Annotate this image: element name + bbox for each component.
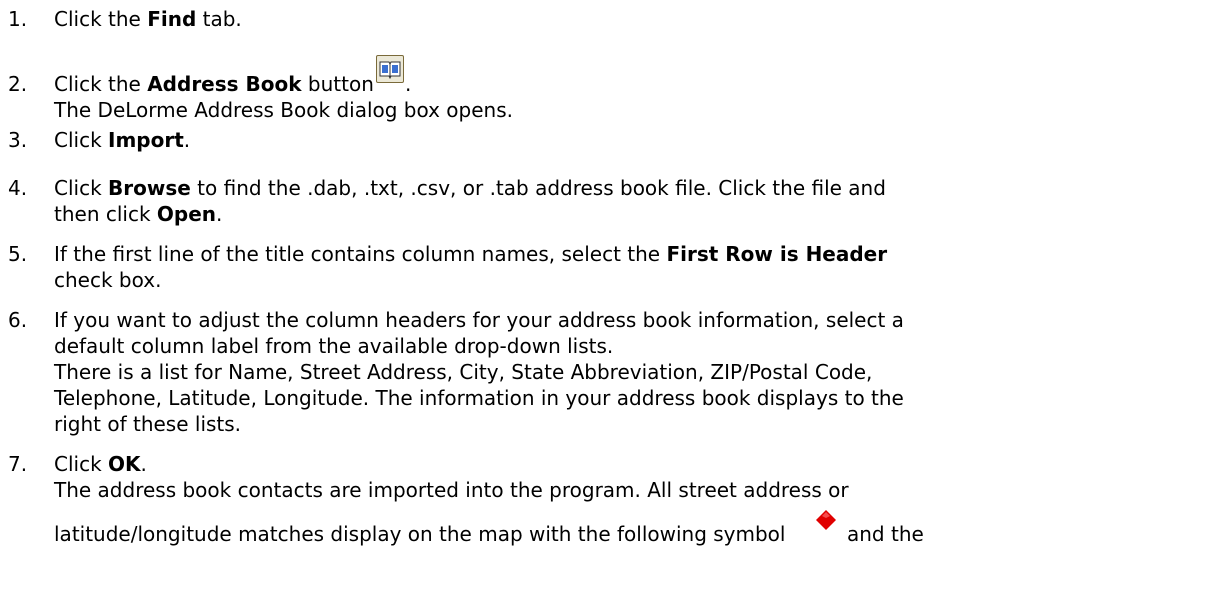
step-number: 7.	[8, 452, 28, 476]
ui-term-browse: Browse	[108, 176, 191, 200]
step-7: 7. Click OK. The address book contacts a…	[8, 452, 924, 546]
step-result: latitude/longitude matches display on th…	[54, 522, 786, 546]
step-result: There is a list for Name, Street Address…	[54, 360, 873, 384]
step-text-continued: check box.	[54, 268, 162, 292]
step-text: Click OK.	[54, 452, 147, 476]
step-number: 1.	[8, 7, 28, 31]
step-number: 3.	[8, 128, 28, 152]
ui-term-open: Open	[156, 202, 217, 226]
step-text: Click Import.	[54, 128, 191, 152]
step-text: Click the Address Book button	[54, 72, 374, 96]
step-text: Click the Find tab.	[54, 7, 242, 31]
ui-term-find: Find	[147, 7, 197, 31]
ui-term-address-book: Address Book	[147, 72, 302, 96]
step-number: 6.	[8, 308, 28, 332]
step-result: Telephone, Latitude, Longitude. The info…	[54, 386, 904, 410]
ui-term-import: Import	[108, 128, 184, 152]
step-text: If the first line of the title contains …	[54, 242, 888, 266]
step-result: right of these lists.	[54, 412, 242, 436]
ui-term-ok: OK	[108, 452, 141, 476]
step-2: 2. Click the Address Book button . The D…	[0, 55, 1212, 122]
step-5: 5. If the first line of the title contai…	[0, 241, 1212, 293]
step-number: 4.	[8, 176, 28, 200]
step-number: 5.	[8, 242, 28, 266]
step-text-continued: then click Open.	[54, 202, 223, 226]
step-number: 2.	[8, 72, 28, 96]
step-6: 6. If you want to adjust the column head…	[0, 307, 1212, 437]
address-book-icon	[376, 55, 404, 83]
step-text: If you want to adjust the column headers…	[54, 308, 904, 332]
step-result: The DeLorme Address Book dialog box open…	[54, 98, 513, 122]
step-text-continued: default column label from the available …	[54, 334, 614, 358]
ui-term-first-row-is-header: First Row is Header	[666, 242, 888, 266]
step-result: The address book contacts are imported i…	[54, 478, 849, 502]
step-text: Click Browse to find the .dab, .txt, .cs…	[54, 176, 886, 200]
red-diamond-icon	[816, 510, 836, 530]
step-4: 4. Click Browse to find the .dab, .txt, …	[0, 175, 1212, 227]
